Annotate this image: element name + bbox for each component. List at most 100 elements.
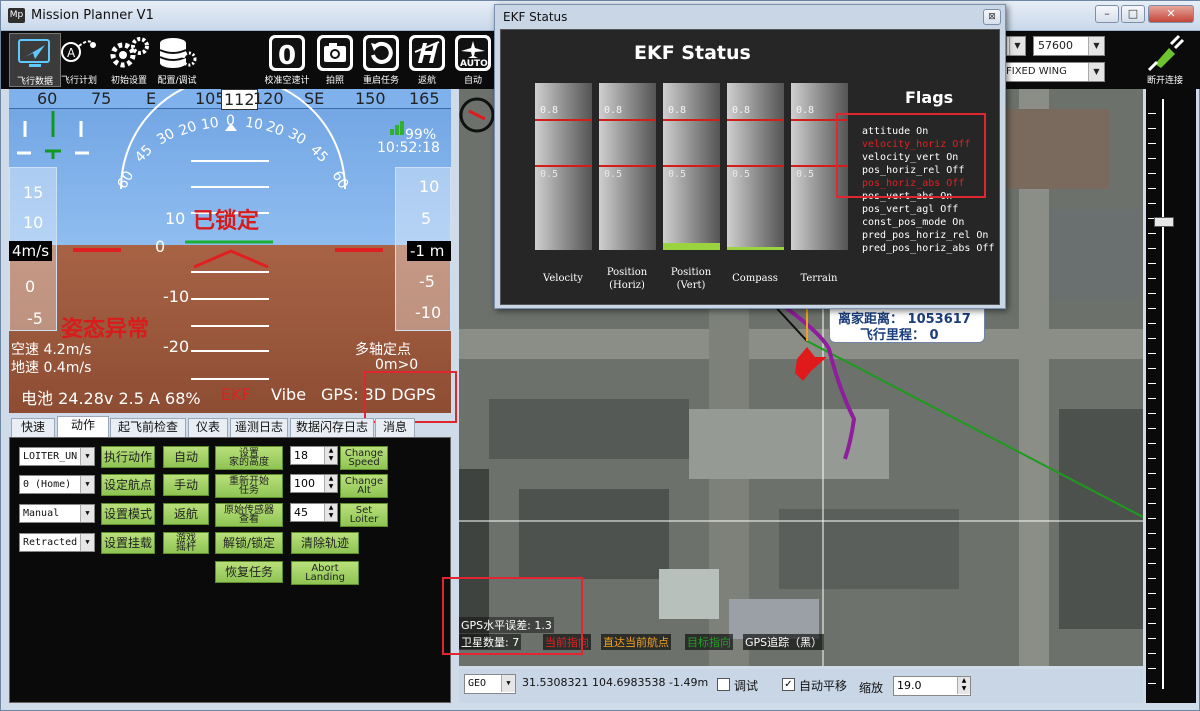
- debug-checkbox[interactable]: [717, 678, 730, 691]
- close-button[interactable]: ✕: [1148, 5, 1194, 23]
- alt-tick: -10: [415, 303, 442, 322]
- legend-direct-waypoint: 直达当前航点: [601, 634, 671, 650]
- threshold-label: 0.8: [796, 105, 815, 116]
- flight-mileage: 飞行里程： 0: [860, 328, 939, 343]
- minimize-button[interactable]: –: [1095, 5, 1119, 23]
- connect-label: 断开连接: [1146, 76, 1183, 86]
- change-speed-button[interactable]: Change Speed: [340, 446, 388, 470]
- maximize-button[interactable]: □: [1121, 5, 1145, 23]
- resume-mission-button[interactable]: 恢复任务: [215, 561, 283, 583]
- legend-gps-track: GPS追踪（黑）: [743, 634, 825, 650]
- roll-tick: 0: [226, 113, 235, 129]
- tab-tlogs[interactable]: 遥测日志: [230, 418, 288, 437]
- mode-select[interactable]: Manual ▼: [19, 504, 95, 523]
- raw-sensor-view-button[interactable]: 原始传感器 查看: [215, 503, 283, 527]
- tab-config-tuning[interactable]: 配置/调试: [151, 33, 203, 87]
- svg-text:0: 0: [278, 41, 296, 71]
- altitude-readout: -1 m: [407, 241, 451, 261]
- coord-system-select[interactable]: GEO ▼: [464, 674, 516, 694]
- com-port-select[interactable]: ▼: [1006, 36, 1026, 56]
- pitch-tick: -10: [163, 287, 190, 306]
- pitch-tick: 0: [155, 237, 166, 256]
- abort-landing-button[interactable]: Abort Landing: [291, 561, 359, 585]
- waypoint-select[interactable]: 0 (Home) ▼: [19, 475, 95, 494]
- frame-type-select[interactable]: FIXED WING ▼: [1001, 62, 1105, 82]
- spinner-value: 19.0: [897, 679, 922, 692]
- map-status-bar: GEO ▼ 31.5308321 104.6983538 -1.49m 调试 ✓ …: [459, 669, 1143, 703]
- flag-item: pos_vert_agl Off: [862, 204, 959, 215]
- joystick-button[interactable]: 游戏 摇杆: [163, 532, 209, 554]
- speed-spinner[interactable]: 18 ▲ ▼: [290, 446, 338, 465]
- flag-item: const_pos_mode On: [862, 217, 965, 228]
- auto-button[interactable]: 自动: [163, 446, 209, 468]
- alt-spinner[interactable]: 100 ▲ ▼: [290, 474, 338, 493]
- flag-item: pred_pos_horiz_abs Off: [862, 243, 995, 254]
- tab-gauges[interactable]: 仪表: [188, 418, 228, 437]
- arm-disarm-button[interactable]: 解锁/锁定: [215, 532, 283, 554]
- take-photo-button[interactable]: 拍照: [309, 33, 361, 87]
- autopan-label: 自动平移: [799, 679, 848, 693]
- ekf-indicator[interactable]: EKF: [221, 385, 251, 404]
- baud-rate-select[interactable]: 57600 ▼: [1033, 36, 1105, 56]
- return-home-button[interactable]: 返航: [401, 33, 453, 87]
- combo-value: 0 (Home): [23, 479, 72, 490]
- tab-dataflash-logs[interactable]: 数据闪存日志: [290, 418, 374, 437]
- restart-mission-button[interactable]: 重启任务: [355, 33, 407, 87]
- zoom-track: [1162, 99, 1164, 689]
- zoom-spinner[interactable]: 19.0 ▲ ▼: [893, 676, 971, 696]
- set-loiter-button[interactable]: Set Loiter: [340, 503, 388, 527]
- restart-icon: [355, 33, 407, 73]
- zoom-thumb[interactable]: [1154, 217, 1174, 227]
- combo-value: LOITER_UN: [23, 451, 78, 462]
- frame-type-value: FIXED WING: [1006, 66, 1067, 77]
- tab-initial-setup[interactable]: 初始设置: [103, 33, 155, 87]
- battery-text: 电池 24.28v 2.5 A 68%: [21, 389, 201, 408]
- combo-value: Manual: [23, 508, 60, 519]
- disconnect-button[interactable]: 断开连接: [1137, 33, 1193, 87]
- tab-quick[interactable]: 快速: [11, 418, 55, 437]
- change-alt-button[interactable]: Change Alt: [340, 474, 388, 498]
- tab-flight-plan[interactable]: A 飞行计划: [53, 33, 105, 87]
- actions-panel: LOITER_UN ▼ 0 (Home) ▼ Manual ▼ Retracted ▼ …: [9, 437, 451, 703]
- vibe-indicator[interactable]: Vibe: [271, 385, 306, 404]
- tab-actions[interactable]: 动作: [57, 416, 109, 437]
- bar-label-pos-vert: Position (Vert): [670, 267, 712, 291]
- speed-tick: -5: [27, 309, 43, 328]
- autopan-checkbox[interactable]: ✓: [782, 678, 795, 691]
- set-mode-button[interactable]: 设置模式: [101, 503, 155, 525]
- tab-preflight[interactable]: 起飞前检查: [110, 418, 186, 437]
- mount-select[interactable]: Retracted ▼: [19, 533, 95, 552]
- calibrate-airspeed-button[interactable]: 0 校准空速计: [261, 33, 313, 87]
- ekf-window-title: EKF Status: [503, 10, 568, 24]
- rtl-button[interactable]: 返航: [163, 503, 209, 525]
- window-title: Mission Planner V1: [31, 8, 154, 23]
- roll-tick: 10: [199, 114, 221, 134]
- airspeed-text: 空速 4.2m/s: [11, 342, 92, 358]
- ekf-close-button[interactable]: ⊠: [983, 9, 1001, 25]
- camera-icon: [309, 33, 361, 73]
- set-mount-button[interactable]: 设置挂载: [101, 532, 155, 554]
- tab-messages[interactable]: 消息: [375, 418, 415, 437]
- set-waypoint-button[interactable]: 设定航点: [101, 474, 155, 496]
- highlight-box-flags: [836, 113, 986, 198]
- action-select[interactable]: LOITER_UN ▼: [19, 447, 95, 466]
- flight-mode-text: 多轴定点: [355, 342, 411, 358]
- manual-button[interactable]: 手动: [163, 474, 209, 496]
- loiter-spinner[interactable]: 45 ▲ ▼: [290, 503, 338, 522]
- do-action-button[interactable]: 执行动作: [101, 446, 155, 468]
- restart-mission-panel-button[interactable]: 重新开始 任务: [215, 474, 283, 498]
- bar-label-velocity: Velocity: [543, 273, 583, 284]
- combo-value: Retracted: [23, 537, 78, 548]
- auto-mode-button[interactable]: AUTO 自动: [447, 33, 499, 87]
- set-home-alt-button[interactable]: 设置 家的高度: [215, 446, 283, 470]
- clear-track-button[interactable]: 清除轨迹: [291, 532, 359, 554]
- zoom-label: 缩放: [859, 681, 884, 695]
- highlight-box-satellites: [442, 577, 583, 655]
- tab-label: 初始设置: [110, 76, 147, 86]
- svg-text:AUTO: AUTO: [460, 59, 488, 69]
- coordinates-readout: 31.5308321 104.6983538: [522, 676, 666, 689]
- speed-tick: 0: [25, 277, 36, 296]
- app-icon: Mp: [8, 8, 25, 23]
- bar-label-pos-horiz: Position (Horiz): [606, 267, 648, 291]
- tab-label: 飞行计划: [60, 76, 97, 86]
